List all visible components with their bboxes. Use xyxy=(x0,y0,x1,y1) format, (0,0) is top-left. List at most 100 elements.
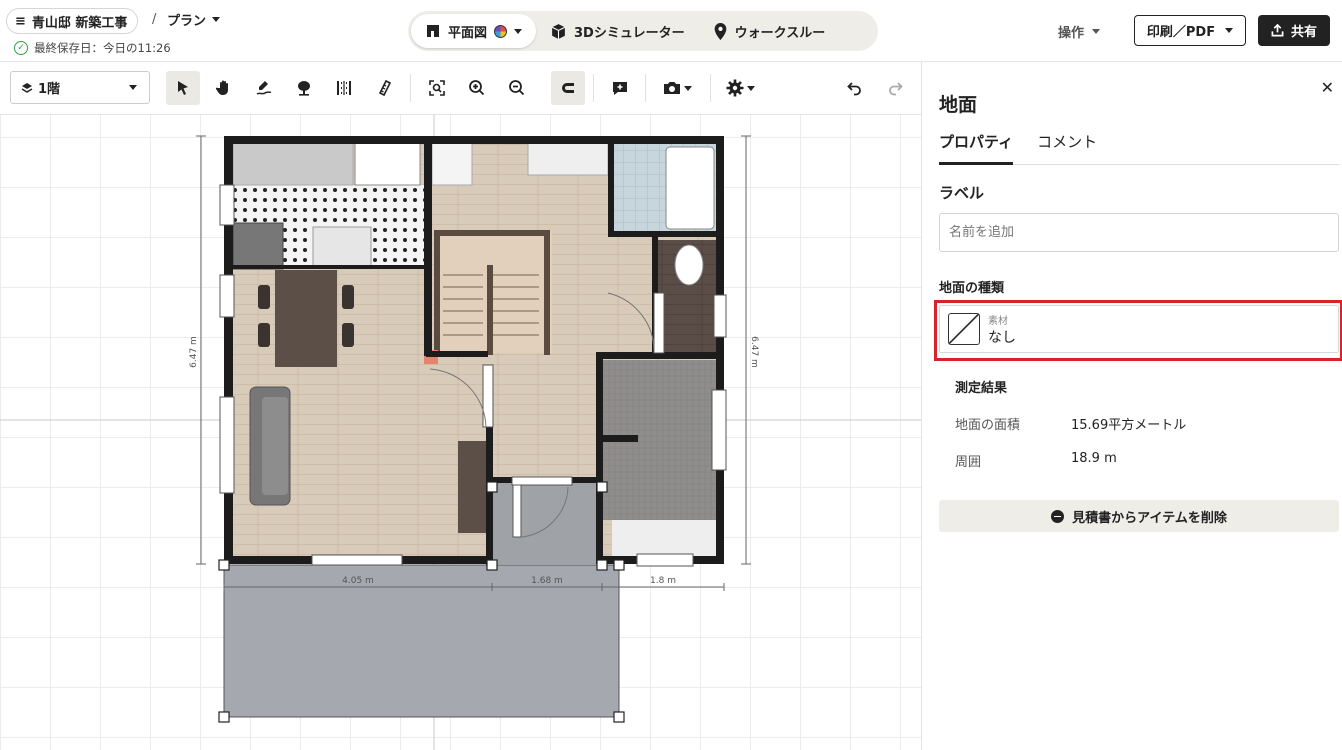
landscape-tool-button[interactable] xyxy=(287,71,321,105)
floorplan-icon xyxy=(427,25,439,37)
close-icon[interactable]: ✕ xyxy=(1321,78,1334,97)
dimension-icon xyxy=(337,81,351,95)
draw-tool-button[interactable] xyxy=(247,71,281,105)
saved-text: 最終保存日：今日の11:26 xyxy=(34,41,171,55)
hand-pan-icon xyxy=(215,80,228,95)
ground-area[interactable] xyxy=(223,564,620,718)
draw-pen-icon xyxy=(256,81,272,95)
top-bar: ≡ 青山邸 新築工事 / プラン ✓ 最終保存日：今日の11:26 平面図 3D… xyxy=(0,0,1342,62)
snap-toggle-button[interactable] xyxy=(551,71,585,105)
camera-icon xyxy=(664,82,680,94)
palette-icon xyxy=(494,24,508,38)
plan-dropdown[interactable]: プラン xyxy=(167,10,221,29)
vanity-sink xyxy=(527,142,609,176)
stove xyxy=(232,222,284,270)
measure-tool-button[interactable] xyxy=(367,71,401,105)
zoom-in-button[interactable] xyxy=(460,71,494,105)
print-pdf-button[interactable]: 印刷／PDF xyxy=(1134,15,1246,46)
material-selector[interactable]: 素材 なし xyxy=(939,305,1339,353)
name-input[interactable] xyxy=(939,213,1339,252)
check-circle-icon: ✓ xyxy=(14,41,28,55)
area-label: 地面の面積 xyxy=(955,418,1021,433)
tab-floorplan[interactable]: 平面図 xyxy=(411,14,537,48)
share-label: 共有 xyxy=(1290,25,1317,40)
project-name: 青山邸 新築工事 xyxy=(31,15,128,31)
redo-button[interactable] xyxy=(878,71,912,105)
floorplan-canvas[interactable]: 6.47 m 6.47 m 4.05 m 1.68 m 1.8 m xyxy=(0,115,921,750)
camera-button[interactable] xyxy=(657,71,697,105)
settings-button[interactable] xyxy=(720,71,760,105)
cube-icon xyxy=(551,23,566,39)
sofa-cushion xyxy=(262,397,288,495)
dim-seg-2: 1.68 m xyxy=(531,576,563,586)
perimeter-label: 周囲 xyxy=(955,455,982,470)
select-tool-button[interactable] xyxy=(166,71,200,105)
zoom-out-button[interactable] xyxy=(500,71,534,105)
kitchen-counter xyxy=(232,142,354,186)
dining-chair xyxy=(342,323,354,347)
properties-panel: 地面 ✕ プロパティ コメント ラベル 地面の種類 素材 なし 測定結果 地面の… xyxy=(921,62,1342,750)
zoom-fit-icon xyxy=(429,80,445,96)
zoom-fit-button[interactable] xyxy=(420,71,454,105)
remove-label: 見積書からアイテムを削除 xyxy=(1072,510,1227,526)
save-status: ✓ 最終保存日：今日の11:26 xyxy=(14,40,171,56)
redo-icon xyxy=(889,82,903,96)
tab-3d-simulator[interactable]: 3Dシミュレーター xyxy=(536,14,699,48)
toolbar-divider xyxy=(410,74,411,102)
tab-walkthrough-label: ウォークスルー xyxy=(734,25,826,41)
dimension-tool-button[interactable] xyxy=(327,71,361,105)
chevron-down-icon xyxy=(684,85,692,91)
chevron-down-icon xyxy=(1225,28,1234,33)
upload-share-icon xyxy=(1271,24,1284,37)
panel-title: 地面 xyxy=(939,94,978,116)
stair-rail xyxy=(434,230,550,236)
measure-ruler-icon xyxy=(378,79,392,97)
project-menu-button[interactable]: ≡ 青山邸 新築工事 xyxy=(6,8,139,34)
stair-rail xyxy=(487,265,493,355)
floor-label: 1階 xyxy=(38,82,61,97)
toolbar-divider xyxy=(593,74,594,102)
panel-tabs: プロパティ コメント xyxy=(939,128,1339,165)
dim-height-left: 6.47 m xyxy=(189,336,199,368)
select-arrow-icon xyxy=(178,81,188,95)
stair-rail xyxy=(434,230,440,355)
undo-icon xyxy=(847,82,861,96)
share-button[interactable]: 共有 xyxy=(1258,15,1330,46)
plan-label: プラン xyxy=(167,14,207,29)
toilet xyxy=(674,244,704,286)
material-value: なし xyxy=(988,329,1016,346)
stair-rail xyxy=(544,230,550,355)
chevron-down-icon xyxy=(212,17,221,22)
kitchen-sink xyxy=(312,226,372,268)
remove-from-estimate-button[interactable]: 見積書からアイテムを削除 xyxy=(939,500,1339,532)
perimeter-value: 18.9 m xyxy=(1071,451,1117,466)
genkan-floor xyxy=(492,483,602,565)
print-pdf-label: 印刷／PDF xyxy=(1146,25,1216,40)
tab-walkthrough[interactable]: ウォークスルー xyxy=(699,14,840,48)
chevron-down-icon xyxy=(1092,29,1101,34)
material-text: 素材 なし xyxy=(988,312,1016,347)
dim-height-right: 6.47 m xyxy=(749,336,759,368)
hamburger-menu-icon: ≡ xyxy=(15,13,26,29)
dim-seg-1: 4.05 m xyxy=(342,576,374,586)
refrigerator xyxy=(354,142,421,186)
zoom-out-icon xyxy=(509,80,525,96)
chevron-down-icon xyxy=(514,28,523,34)
no-material-swatch-icon xyxy=(948,313,980,345)
chevron-down-icon xyxy=(129,85,137,90)
pan-tool-button[interactable] xyxy=(207,71,241,105)
undo-button[interactable] xyxy=(838,71,872,105)
measure-heading: 測定結果 xyxy=(955,381,1008,396)
zoom-in-icon xyxy=(469,80,485,96)
add-comment-icon xyxy=(613,82,627,95)
cabinet xyxy=(431,142,473,186)
chevron-down-icon xyxy=(747,85,755,91)
tab-properties[interactable]: プロパティ xyxy=(939,128,1014,165)
floor-select[interactable]: 1階 xyxy=(10,71,150,104)
add-comment-button[interactable] xyxy=(603,71,637,105)
dining-chair xyxy=(258,323,270,347)
toolbar-divider xyxy=(710,74,711,102)
operations-menu[interactable]: 操作 xyxy=(1058,22,1101,41)
bathtub xyxy=(665,146,715,230)
tab-comments[interactable]: コメント xyxy=(1037,128,1097,164)
